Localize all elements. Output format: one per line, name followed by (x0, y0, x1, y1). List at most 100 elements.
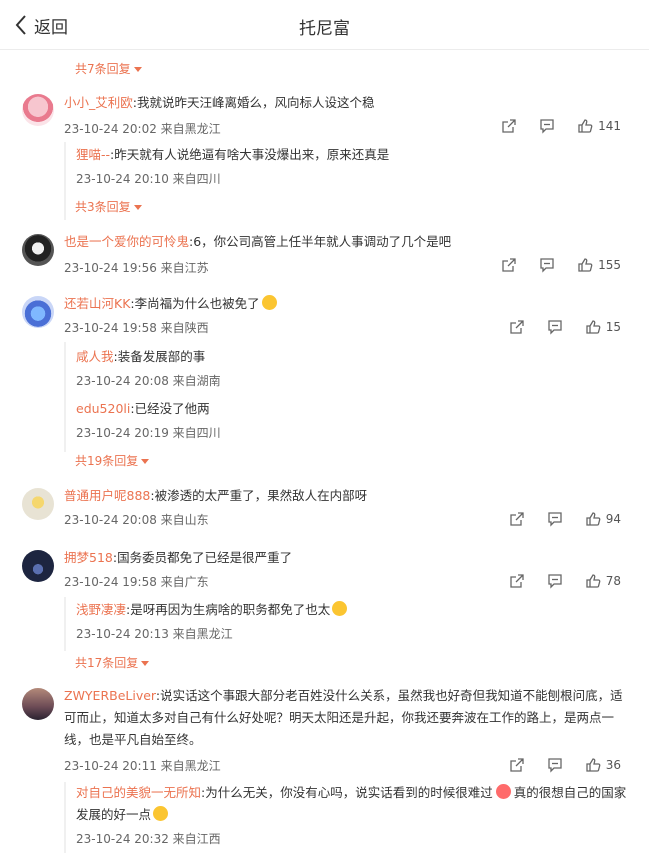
username[interactable]: 普通用户呢888 (64, 488, 150, 503)
username[interactable]: 拥梦518 (64, 550, 113, 565)
comment-item: 还若山河KK:李尚福为什么也被免了 23-10-24 19:58 来自陕西 15… (0, 288, 649, 478)
more-replies-link[interactable]: 共7条回复 (75, 60, 142, 77)
like-count: 78 (605, 574, 621, 588)
username[interactable]: 小小_艾利欧 (64, 95, 133, 110)
comment-button[interactable] (547, 757, 563, 773)
more-replies-label: 共7条回复 (75, 62, 131, 76)
reply-username[interactable]: 浅野凄凄 (76, 602, 126, 617)
comment-actions: 36 (487, 757, 621, 773)
reply-meta: 23-10-24 20:13 来自黑龙江 (76, 627, 233, 641)
like-button[interactable]: 155 (577, 257, 621, 273)
share-button[interactable] (509, 511, 525, 527)
username[interactable]: 也是一个爱你的可怜鬼 (64, 234, 189, 249)
reply-username[interactable]: 狸喵-- (76, 147, 110, 162)
like-count: 15 (605, 320, 621, 334)
comment-item: 也是一个爱你的可怜鬼:6，你公司高管上任半年就人事调动了几个是吧 23-10-2… (0, 226, 649, 286)
comment-button[interactable] (547, 573, 563, 589)
like-button[interactable]: 15 (585, 319, 621, 335)
comment-button[interactable] (539, 257, 555, 273)
comment-body: :国务委员都免了已经是很严重了 (112, 550, 293, 565)
more-replies-link[interactable]: 共17条回复 (75, 654, 150, 671)
comment-icon (548, 320, 562, 335)
page-title: 托尼富 (299, 19, 350, 39)
more-replies-link[interactable]: 共19条回复 (75, 452, 150, 469)
like-icon (578, 119, 593, 133)
comment-meta: 23-10-24 19:58 来自广东 (64, 575, 209, 589)
comment-actions: 155 (479, 257, 621, 273)
share-button[interactable] (509, 757, 525, 773)
like-icon (586, 320, 601, 334)
smile-emoji-icon (332, 601, 348, 616)
share-icon (510, 512, 524, 526)
reply-body: :为什么无关，你没有心吗，说实话看到的时候很难过 (201, 785, 493, 800)
share-icon (502, 119, 516, 133)
reply-box: 浅野凄凄:是呀再因为生病啥的职务都免了也太 23-10-24 20:13 来自黑… (64, 597, 640, 651)
like-button[interactable]: 141 (577, 118, 621, 134)
reply-box: 咸人我:装备发展部的事 23-10-24 20:08 来自湖南 edu520li… (64, 342, 640, 452)
reply-body: :是呀再因为生病啥的职务都免了也太 (126, 602, 331, 617)
like-button[interactable]: 36 (585, 757, 621, 773)
comment-actions: 15 (487, 319, 621, 335)
reply-text: 浅野凄凄:是呀再因为生病啥的职务都免了也太 (76, 599, 636, 621)
reply-box: 狸喵--:昨天就有人说绝逼有啥大事没爆出来，原来还真是 23-10-24 20:… (64, 142, 640, 220)
caret-down-icon (133, 204, 142, 210)
more-replies-label: 共19条回复 (75, 454, 139, 468)
reply-body: :已经没了他两 (130, 401, 210, 416)
comment-icon (548, 758, 562, 773)
more-replies-link[interactable]: 共3条回复 (75, 198, 142, 215)
thinking-emoji-icon (261, 295, 277, 310)
reply-meta: 23-10-24 20:10 来自四川 (76, 172, 221, 186)
share-button[interactable] (501, 257, 517, 273)
comment-body: :6，你公司高管上任半年就人事调动了几个是吧 (189, 234, 452, 249)
comment-text: 小小_艾利欧:我就说昨天汪峰离婚么，风向标人设这个稳 (64, 92, 624, 114)
comment-item: 普通用户呢888:被渗透的太严重了，果然敌人在内部呀 23-10-24 20:0… (0, 480, 649, 540)
avatar[interactable] (22, 296, 54, 328)
comment-button[interactable] (539, 118, 555, 134)
comment-actions: 94 (487, 511, 621, 527)
comment-body: :被渗透的太严重了，果然敌人在内部呀 (150, 488, 368, 503)
reply-username[interactable]: 咸人我 (76, 349, 114, 364)
avatar[interactable] (22, 550, 54, 582)
comment-body: :我就说昨天汪峰离婚么，风向标人设这个稳 (132, 95, 375, 110)
comment-button[interactable] (547, 319, 563, 335)
like-count: 94 (605, 512, 621, 526)
reply-text: 对自己的美貌一无所知:为什么无关，你没有心吗，说实话看到的时候很难过 真的很想自己… (76, 782, 636, 826)
comment-button[interactable] (547, 511, 563, 527)
reply-username[interactable]: 对自己的美貌一无所知 (76, 785, 201, 800)
caret-down-icon (133, 66, 142, 72)
reply-username[interactable]: edu520li (76, 401, 130, 416)
share-button[interactable] (501, 118, 517, 134)
reply-meta: 23-10-24 20:32 来自江西 (76, 832, 221, 846)
comment-icon (548, 512, 562, 527)
reply-text: 狸喵--:昨天就有人说绝逼有啥大事没爆出来，原来还真是 (76, 144, 636, 166)
like-icon (586, 758, 601, 772)
share-button[interactable] (509, 319, 525, 335)
username[interactable]: ZWYERBeLiver (64, 688, 156, 703)
like-icon (578, 258, 593, 272)
caret-down-icon (141, 458, 150, 464)
avatar[interactable] (22, 94, 54, 126)
like-button[interactable]: 78 (585, 573, 621, 589)
reply-text: edu520li:已经没了他两 (76, 398, 636, 420)
top-bar: 返回 托尼富 (0, 0, 649, 50)
comment-icon (548, 574, 562, 589)
comment-meta: 23-10-24 19:56 来自江苏 (64, 261, 209, 275)
comment-icon (540, 258, 554, 273)
reply-body: :装备发展部的事 (113, 349, 206, 364)
comment-actions: 78 (487, 573, 621, 589)
reply-meta: 23-10-24 20:08 来自湖南 (76, 374, 221, 388)
comment-text: 普通用户呢888:被渗透的太严重了，果然敌人在内部呀 (64, 485, 624, 507)
share-button[interactable] (509, 573, 525, 589)
avatar[interactable] (22, 234, 54, 266)
more-replies-label: 共3条回复 (75, 200, 131, 214)
avatar[interactable] (22, 688, 54, 720)
comment-item: ZWYERBeLiver:说实话这个事跟大部分老百姓没什么关系，虽然我也好奇但我… (0, 682, 649, 853)
like-button[interactable]: 94 (585, 511, 621, 527)
like-count: 141 (598, 119, 621, 133)
comment-meta: 23-10-24 19:58 来自陕西 (64, 321, 209, 335)
comment-text: 也是一个爱你的可怜鬼:6，你公司高管上任半年就人事调动了几个是吧 (64, 231, 624, 253)
avatar[interactable] (22, 488, 54, 520)
username[interactable]: 还若山河KK (64, 296, 130, 311)
reply-text: 咸人我:装备发展部的事 (76, 346, 636, 368)
comment-meta: 23-10-24 20:02 来自黑龙江 (64, 122, 221, 136)
